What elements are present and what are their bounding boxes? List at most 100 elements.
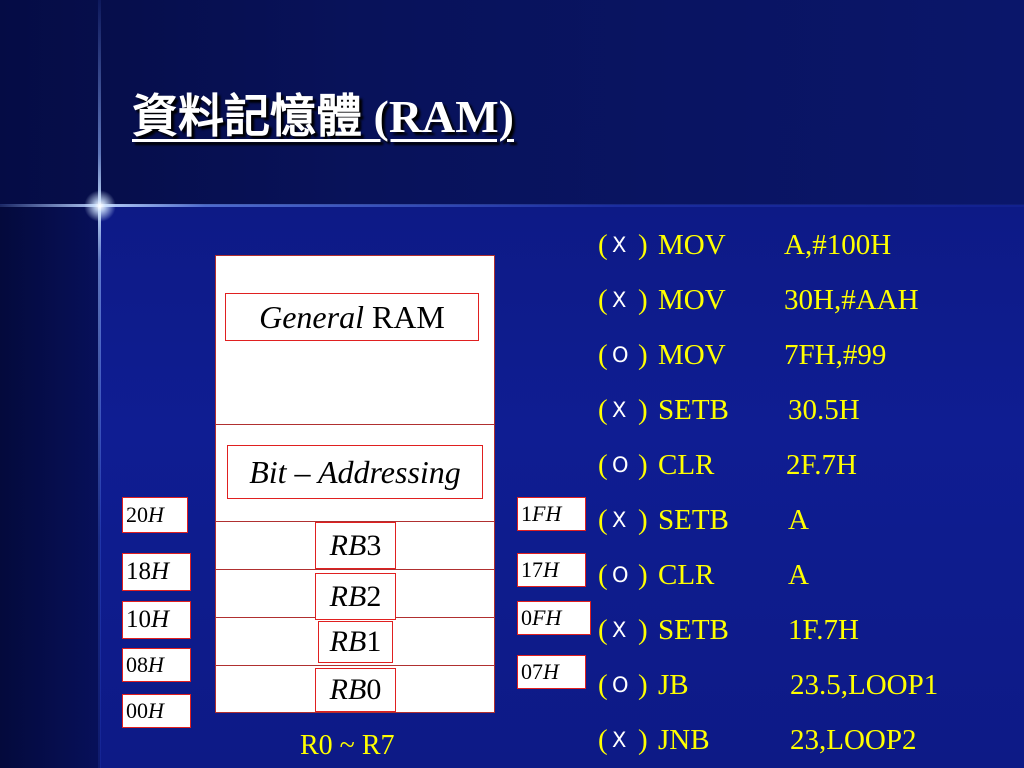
- address-left-00h: 00 H: [122, 694, 191, 728]
- divider-general-bit: [216, 424, 494, 425]
- instruction-2-opcode: MOV: [658, 284, 726, 316]
- instruction-2-close: ): [638, 284, 648, 316]
- instruction-6-opcode: SETB: [658, 504, 729, 536]
- instruction-8-open: (: [598, 614, 608, 646]
- bank-label-rb1-num: 1: [366, 625, 382, 658]
- instruction-3-close: ): [638, 339, 648, 371]
- vertical-light-line: [98, 0, 101, 768]
- address-right-1fh-unit: FH: [532, 501, 562, 526]
- instruction-5-opcode: CLR: [658, 449, 715, 481]
- bit-addressing-label: Bit – Addressing: [227, 445, 483, 499]
- address-left-20h-num: 20: [126, 502, 148, 527]
- general-ram-label-plain: RAM: [363, 298, 445, 335]
- bank-label-rb0: RB 0: [315, 668, 396, 712]
- address-right-0fh: 0 FH: [517, 601, 591, 635]
- instruction-1-mark: X: [612, 233, 627, 257]
- address-left-00h-num: 00: [126, 698, 148, 723]
- instruction-6-mark: X: [612, 508, 627, 532]
- bank-label-rb3-num: 3: [366, 528, 382, 562]
- address-left-10h-num: 10: [126, 606, 151, 633]
- instruction-4-open: (: [598, 394, 608, 426]
- address-left-18h-num: 18: [126, 558, 151, 585]
- instruction-8-opcode: SETB: [658, 614, 729, 646]
- instruction-9-operand: 23.5,LOOP1: [790, 669, 939, 701]
- instruction-1-operand: A,#100H: [784, 229, 892, 261]
- address-left-18h: 18 H: [122, 553, 191, 591]
- address-right-07h-unit: H: [543, 659, 559, 684]
- divider-rb1-rb0: [216, 665, 494, 666]
- instruction-5-mark: O: [612, 453, 629, 477]
- bank-label-rb1: RB 1: [318, 621, 393, 663]
- instruction-3-open: (: [598, 339, 608, 371]
- instruction-10-opcode: JNB: [658, 724, 710, 756]
- left-margin-band: [0, 205, 100, 768]
- address-right-0fh-num: 0: [521, 605, 532, 630]
- address-right-07h-num: 07: [521, 659, 543, 684]
- address-left-20h: 20 H: [122, 497, 188, 533]
- address-left-10h: 10 H: [122, 601, 191, 639]
- address-right-1fh-num: 1: [521, 501, 532, 526]
- instruction-7-operand: A: [788, 559, 809, 591]
- address-right-1fh: 1 FH: [517, 497, 586, 531]
- address-right-07h: 07 H: [517, 655, 586, 689]
- address-left-20h-unit: H: [148, 502, 164, 527]
- address-left-10h-unit: H: [151, 606, 170, 633]
- instruction-4-mark: X: [612, 398, 627, 422]
- instruction-3-mark: O: [612, 343, 629, 367]
- address-right-17h-num: 17: [521, 557, 543, 582]
- instruction-5-open: (: [598, 449, 608, 481]
- bank-label-rb3: RB 3: [315, 522, 396, 569]
- instruction-8-operand: 1F.7H: [788, 614, 859, 646]
- instruction-2-mark: X: [612, 288, 627, 312]
- instruction-6-open: (: [598, 504, 608, 536]
- address-left-08h-unit: H: [148, 652, 164, 677]
- instruction-7-open: (: [598, 559, 608, 591]
- instruction-1-opcode: MOV: [658, 229, 726, 261]
- instruction-8-mark: X: [612, 618, 627, 642]
- instruction-7-close: ): [638, 559, 648, 591]
- divider-rb3-rb2: [216, 569, 494, 570]
- address-left-00h-unit: H: [148, 698, 164, 723]
- instruction-1-close: ): [638, 229, 648, 261]
- instruction-10-mark: X: [612, 728, 627, 752]
- instruction-7-opcode: CLR: [658, 559, 715, 591]
- address-right-17h: 17 H: [517, 553, 586, 587]
- instruction-10-close: ): [638, 724, 648, 756]
- instruction-1-open: (: [598, 229, 608, 261]
- bank-label-rb0-num: 0: [366, 673, 382, 706]
- instruction-9-mark: O: [612, 673, 629, 697]
- instruction-4-operand: 30.5H: [788, 394, 860, 426]
- horizontal-light-line: [0, 204, 1024, 207]
- bank-label-rb2-name: RB: [329, 579, 367, 613]
- instruction-2-open: (: [598, 284, 608, 316]
- instruction-3-operand: 7FH,#99: [784, 339, 887, 371]
- address-left-18h-unit: H: [151, 558, 170, 585]
- register-range-caption: R0 ~ R7: [300, 730, 395, 761]
- instruction-7-mark: O: [612, 563, 629, 587]
- bank-label-rb2-num: 2: [366, 579, 382, 613]
- instruction-5-close: ): [638, 449, 648, 481]
- bank-label-rb3-name: RB: [329, 528, 367, 562]
- address-right-17h-unit: H: [543, 557, 559, 582]
- general-ram-label: General RAM: [225, 293, 479, 341]
- slide-title: 資料記憶體 (RAM): [132, 91, 514, 142]
- sparkle-icon: [84, 190, 116, 222]
- instruction-9-close: ): [638, 669, 648, 701]
- bank-label-rb0-name: RB: [329, 673, 367, 706]
- instruction-2-operand: 30H,#AAH: [784, 284, 919, 316]
- instruction-8-close: ): [638, 614, 648, 646]
- bank-label-rb1-name: RB: [329, 625, 367, 658]
- instruction-10-operand: 23,LOOP2: [790, 724, 917, 756]
- instruction-4-close: ): [638, 394, 648, 426]
- instruction-9-open: (: [598, 669, 608, 701]
- bank-label-rb2: RB 2: [315, 573, 396, 620]
- instruction-4-opcode: SETB: [658, 394, 729, 426]
- instruction-5-operand: 2F.7H: [786, 449, 857, 481]
- instruction-10-open: (: [598, 724, 608, 756]
- general-ram-label-italic: General: [259, 298, 364, 335]
- instruction-6-operand: A: [788, 504, 809, 536]
- address-right-0fh-unit: FH: [532, 605, 562, 630]
- address-left-08h: 08 H: [122, 648, 191, 682]
- address-left-08h-num: 08: [126, 652, 148, 677]
- instruction-6-close: ): [638, 504, 648, 536]
